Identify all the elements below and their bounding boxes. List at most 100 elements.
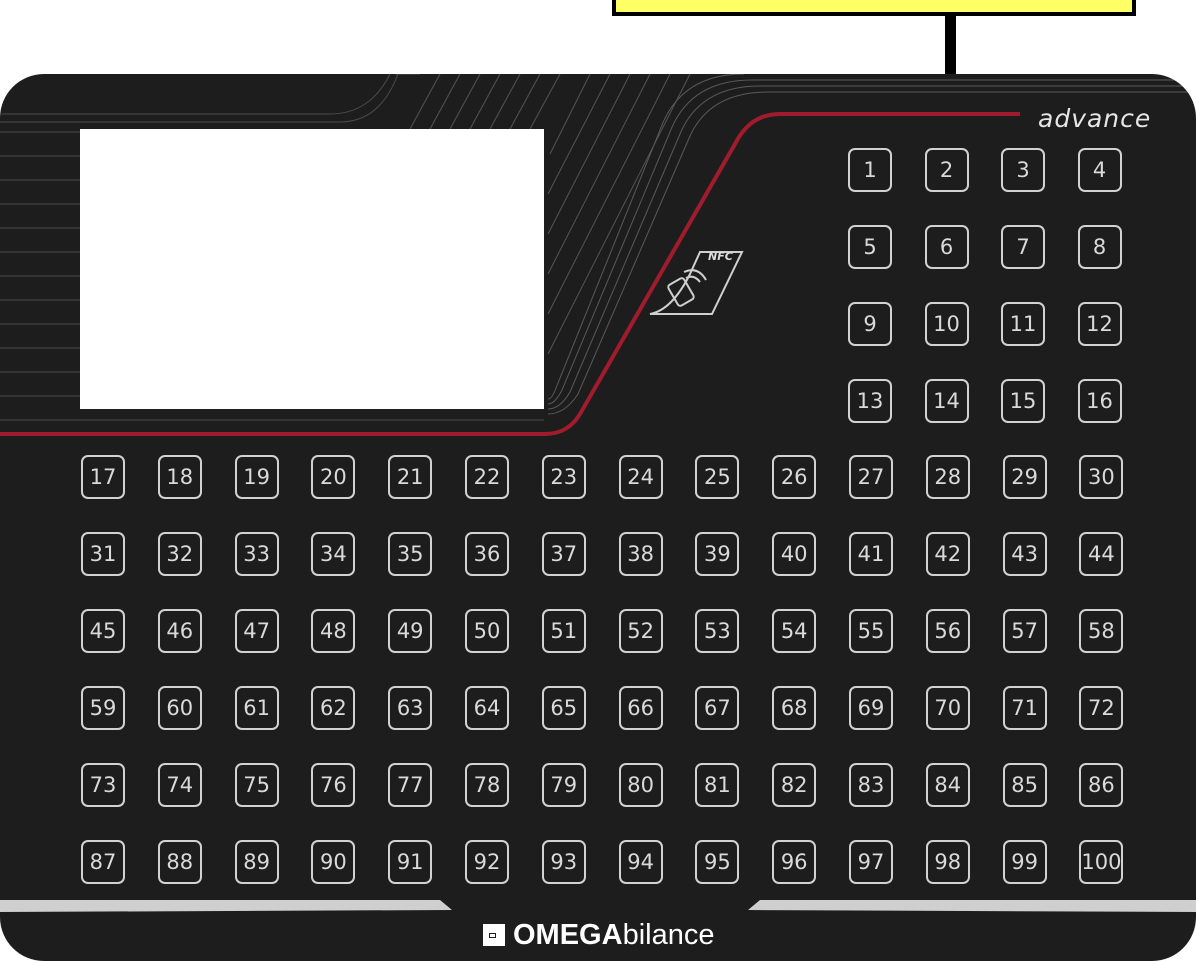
key-63[interactable]: 63: [388, 686, 433, 730]
key-6[interactable]: 6: [924, 225, 969, 269]
key-95[interactable]: 95: [695, 840, 740, 884]
key-100[interactable]: 100: [1079, 840, 1124, 884]
key-77[interactable]: 77: [388, 763, 433, 807]
key-19[interactable]: 19: [234, 455, 279, 499]
key-16[interactable]: 16: [1077, 379, 1122, 423]
key-28[interactable]: 28: [925, 455, 970, 499]
key-68[interactable]: 68: [772, 686, 817, 730]
key-58[interactable]: 58: [1079, 609, 1124, 653]
key-30[interactable]: 30: [1079, 455, 1124, 499]
key-99[interactable]: 99: [1002, 840, 1047, 884]
key-90[interactable]: 90: [311, 840, 356, 884]
key-85[interactable]: 85: [1002, 763, 1047, 807]
key-61[interactable]: 61: [234, 686, 279, 730]
key-82[interactable]: 82: [772, 763, 817, 807]
key-60[interactable]: 60: [157, 686, 202, 730]
key-54[interactable]: 54: [772, 609, 817, 653]
key-56[interactable]: 56: [925, 609, 970, 653]
key-75[interactable]: 75: [234, 763, 279, 807]
key-20[interactable]: 20: [311, 455, 356, 499]
key-48[interactable]: 48: [311, 609, 356, 653]
key-79[interactable]: 79: [541, 763, 586, 807]
key-86[interactable]: 86: [1079, 763, 1124, 807]
key-35[interactable]: 35: [388, 532, 433, 576]
key-37[interactable]: 37: [541, 532, 586, 576]
key-91[interactable]: 91: [388, 840, 433, 884]
key-25[interactable]: 25: [695, 455, 740, 499]
key-44[interactable]: 44: [1079, 532, 1124, 576]
key-45[interactable]: 45: [81, 609, 125, 653]
key-52[interactable]: 52: [618, 609, 663, 653]
key-96[interactable]: 96: [772, 840, 817, 884]
key-67[interactable]: 67: [695, 686, 740, 730]
key-3[interactable]: 3: [1001, 148, 1045, 192]
key-42[interactable]: 42: [925, 532, 970, 576]
key-92[interactable]: 92: [465, 840, 509, 884]
key-80[interactable]: 80: [618, 763, 663, 807]
key-18[interactable]: 18: [157, 455, 202, 499]
key-27[interactable]: 27: [849, 455, 893, 499]
key-14[interactable]: 14: [924, 379, 969, 423]
key-1[interactable]: 1: [848, 148, 892, 192]
key-59[interactable]: 59: [81, 686, 125, 730]
key-38[interactable]: 38: [618, 532, 663, 576]
key-4[interactable]: 4: [1077, 148, 1122, 192]
key-46[interactable]: 46: [157, 609, 202, 653]
key-65[interactable]: 65: [541, 686, 586, 730]
key-55[interactable]: 55: [849, 609, 893, 653]
key-51[interactable]: 51: [541, 609, 586, 653]
key-34[interactable]: 34: [311, 532, 356, 576]
key-49[interactable]: 49: [388, 609, 433, 653]
key-78[interactable]: 78: [465, 763, 509, 807]
key-22[interactable]: 22: [465, 455, 509, 499]
key-17[interactable]: 17: [81, 455, 125, 499]
key-94[interactable]: 94: [618, 840, 663, 884]
key-40[interactable]: 40: [772, 532, 817, 576]
key-64[interactable]: 64: [465, 686, 509, 730]
key-62[interactable]: 62: [311, 686, 356, 730]
key-93[interactable]: 93: [541, 840, 586, 884]
key-8[interactable]: 8: [1077, 225, 1122, 269]
key-24[interactable]: 24: [618, 455, 663, 499]
key-13[interactable]: 13: [848, 379, 892, 423]
key-84[interactable]: 84: [925, 763, 970, 807]
key-97[interactable]: 97: [849, 840, 893, 884]
key-53[interactable]: 53: [695, 609, 740, 653]
key-74[interactable]: 74: [157, 763, 202, 807]
key-29[interactable]: 29: [1002, 455, 1047, 499]
key-2[interactable]: 2: [924, 148, 969, 192]
key-36[interactable]: 36: [465, 532, 509, 576]
key-7[interactable]: 7: [1001, 225, 1045, 269]
key-26[interactable]: 26: [772, 455, 817, 499]
key-76[interactable]: 76: [311, 763, 356, 807]
key-47[interactable]: 47: [234, 609, 279, 653]
key-81[interactable]: 81: [695, 763, 740, 807]
key-69[interactable]: 69: [849, 686, 893, 730]
key-23[interactable]: 23: [541, 455, 586, 499]
key-33[interactable]: 33: [234, 532, 279, 576]
key-50[interactable]: 50: [465, 609, 509, 653]
key-10[interactable]: 10: [924, 302, 969, 346]
key-71[interactable]: 71: [1002, 686, 1047, 730]
key-12[interactable]: 12: [1077, 302, 1122, 346]
key-89[interactable]: 89: [234, 840, 279, 884]
key-73[interactable]: 73: [81, 763, 125, 807]
key-87[interactable]: 87: [81, 840, 125, 884]
key-32[interactable]: 32: [157, 532, 202, 576]
key-11[interactable]: 11: [1001, 302, 1045, 346]
key-21[interactable]: 21: [388, 455, 433, 499]
key-66[interactable]: 66: [618, 686, 663, 730]
key-88[interactable]: 88: [157, 840, 202, 884]
key-39[interactable]: 39: [695, 532, 740, 576]
key-43[interactable]: 43: [1002, 532, 1047, 576]
key-5[interactable]: 5: [848, 225, 892, 269]
key-9[interactable]: 9: [848, 302, 892, 346]
key-57[interactable]: 57: [1002, 609, 1047, 653]
key-83[interactable]: 83: [849, 763, 893, 807]
key-70[interactable]: 70: [925, 686, 970, 730]
key-31[interactable]: 31: [81, 532, 125, 576]
key-15[interactable]: 15: [1001, 379, 1045, 423]
key-72[interactable]: 72: [1079, 686, 1124, 730]
key-41[interactable]: 41: [849, 532, 893, 576]
key-98[interactable]: 98: [925, 840, 970, 884]
